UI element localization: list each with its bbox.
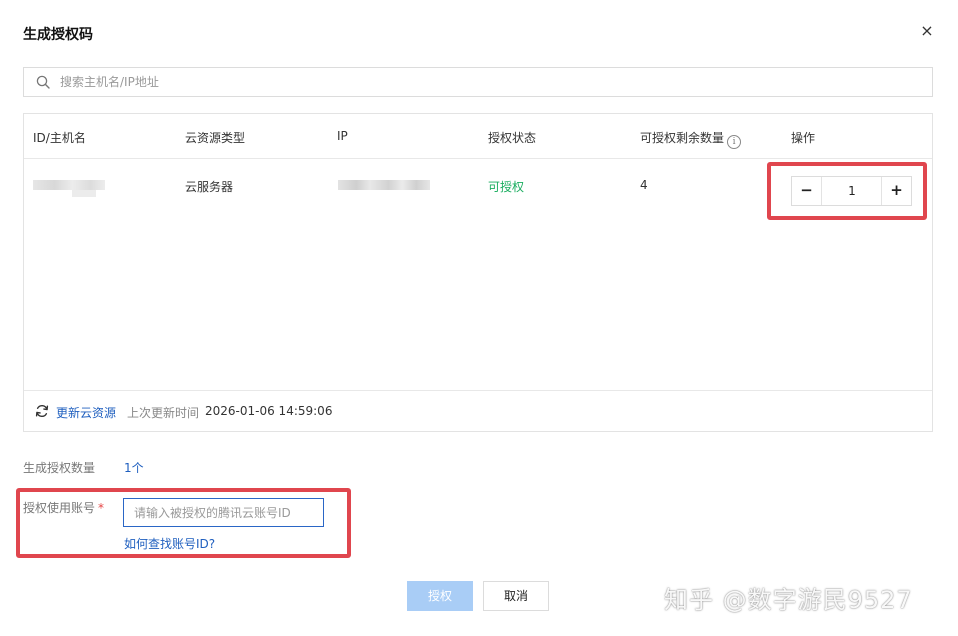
table-header: ID/主机名 云资源类型 IP 授权状态 可授权剩余数量 i 操作 — [24, 114, 932, 159]
table-footer: 更新云资源 上次更新时间 2026-01-06 14:59:06 — [24, 390, 932, 431]
account-id-input[interactable] — [123, 498, 324, 527]
column-remaining: 可授权剩余数量 i — [640, 129, 742, 149]
authorize-button[interactable]: 授权 — [407, 581, 473, 611]
search-icon — [36, 75, 50, 89]
column-id-hostname: ID/主机名 — [33, 131, 86, 145]
decrement-button[interactable]: − — [792, 177, 822, 205]
last-update-label: 上次更新时间 — [127, 406, 200, 420]
cell-status: 可授权 — [488, 180, 525, 194]
column-ip: IP — [337, 129, 348, 143]
cell-resource-type: 云服务器 — [185, 180, 234, 194]
watermark-text: 知乎 @数字游民9527 — [664, 586, 913, 614]
masked-id-hostname-tail — [72, 190, 96, 197]
last-update-time: 2026-01-06 14:59:06 — [205, 404, 333, 418]
account-label: 授权使用账号 * — [23, 499, 104, 516]
quantity-value[interactable]: 1 — [823, 177, 881, 205]
dialog-title: 生成授权码 — [23, 27, 93, 43]
refresh-icon[interactable] — [35, 404, 49, 418]
find-account-id-link[interactable]: 如何查找账号ID? — [124, 535, 215, 552]
search-box[interactable] — [23, 67, 933, 97]
account-label-text: 授权使用账号 — [23, 501, 96, 515]
close-icon[interactable]: × — [918, 22, 936, 40]
column-resource-type: 云资源类型 — [185, 131, 246, 145]
refresh-resources-link[interactable]: 更新云资源 — [56, 404, 116, 421]
column-operation: 操作 — [791, 131, 816, 145]
required-mark: * — [98, 501, 105, 515]
increment-button[interactable]: + — [881, 177, 911, 205]
column-remaining-label: 可授权剩余数量 — [640, 131, 725, 145]
auth-count-label: 生成授权数量 — [23, 461, 96, 475]
host-table: ID/主机名 云资源类型 IP 授权状态 可授权剩余数量 i 操作 云服务器 可授… — [23, 113, 933, 432]
cell-remaining: 4 — [640, 178, 648, 192]
info-icon[interactable]: i — [727, 135, 742, 149]
table-row: 云服务器 可授权 4 − 1 + — [24, 160, 932, 220]
auth-count-value: 1个 — [124, 461, 144, 475]
masked-id-hostname — [33, 180, 105, 190]
column-status: 授权状态 — [488, 131, 537, 145]
search-input[interactable] — [60, 68, 920, 96]
cancel-button[interactable]: 取消 — [483, 581, 549, 611]
quantity-stepper[interactable]: − 1 + — [791, 176, 912, 206]
masked-ip — [338, 180, 430, 190]
